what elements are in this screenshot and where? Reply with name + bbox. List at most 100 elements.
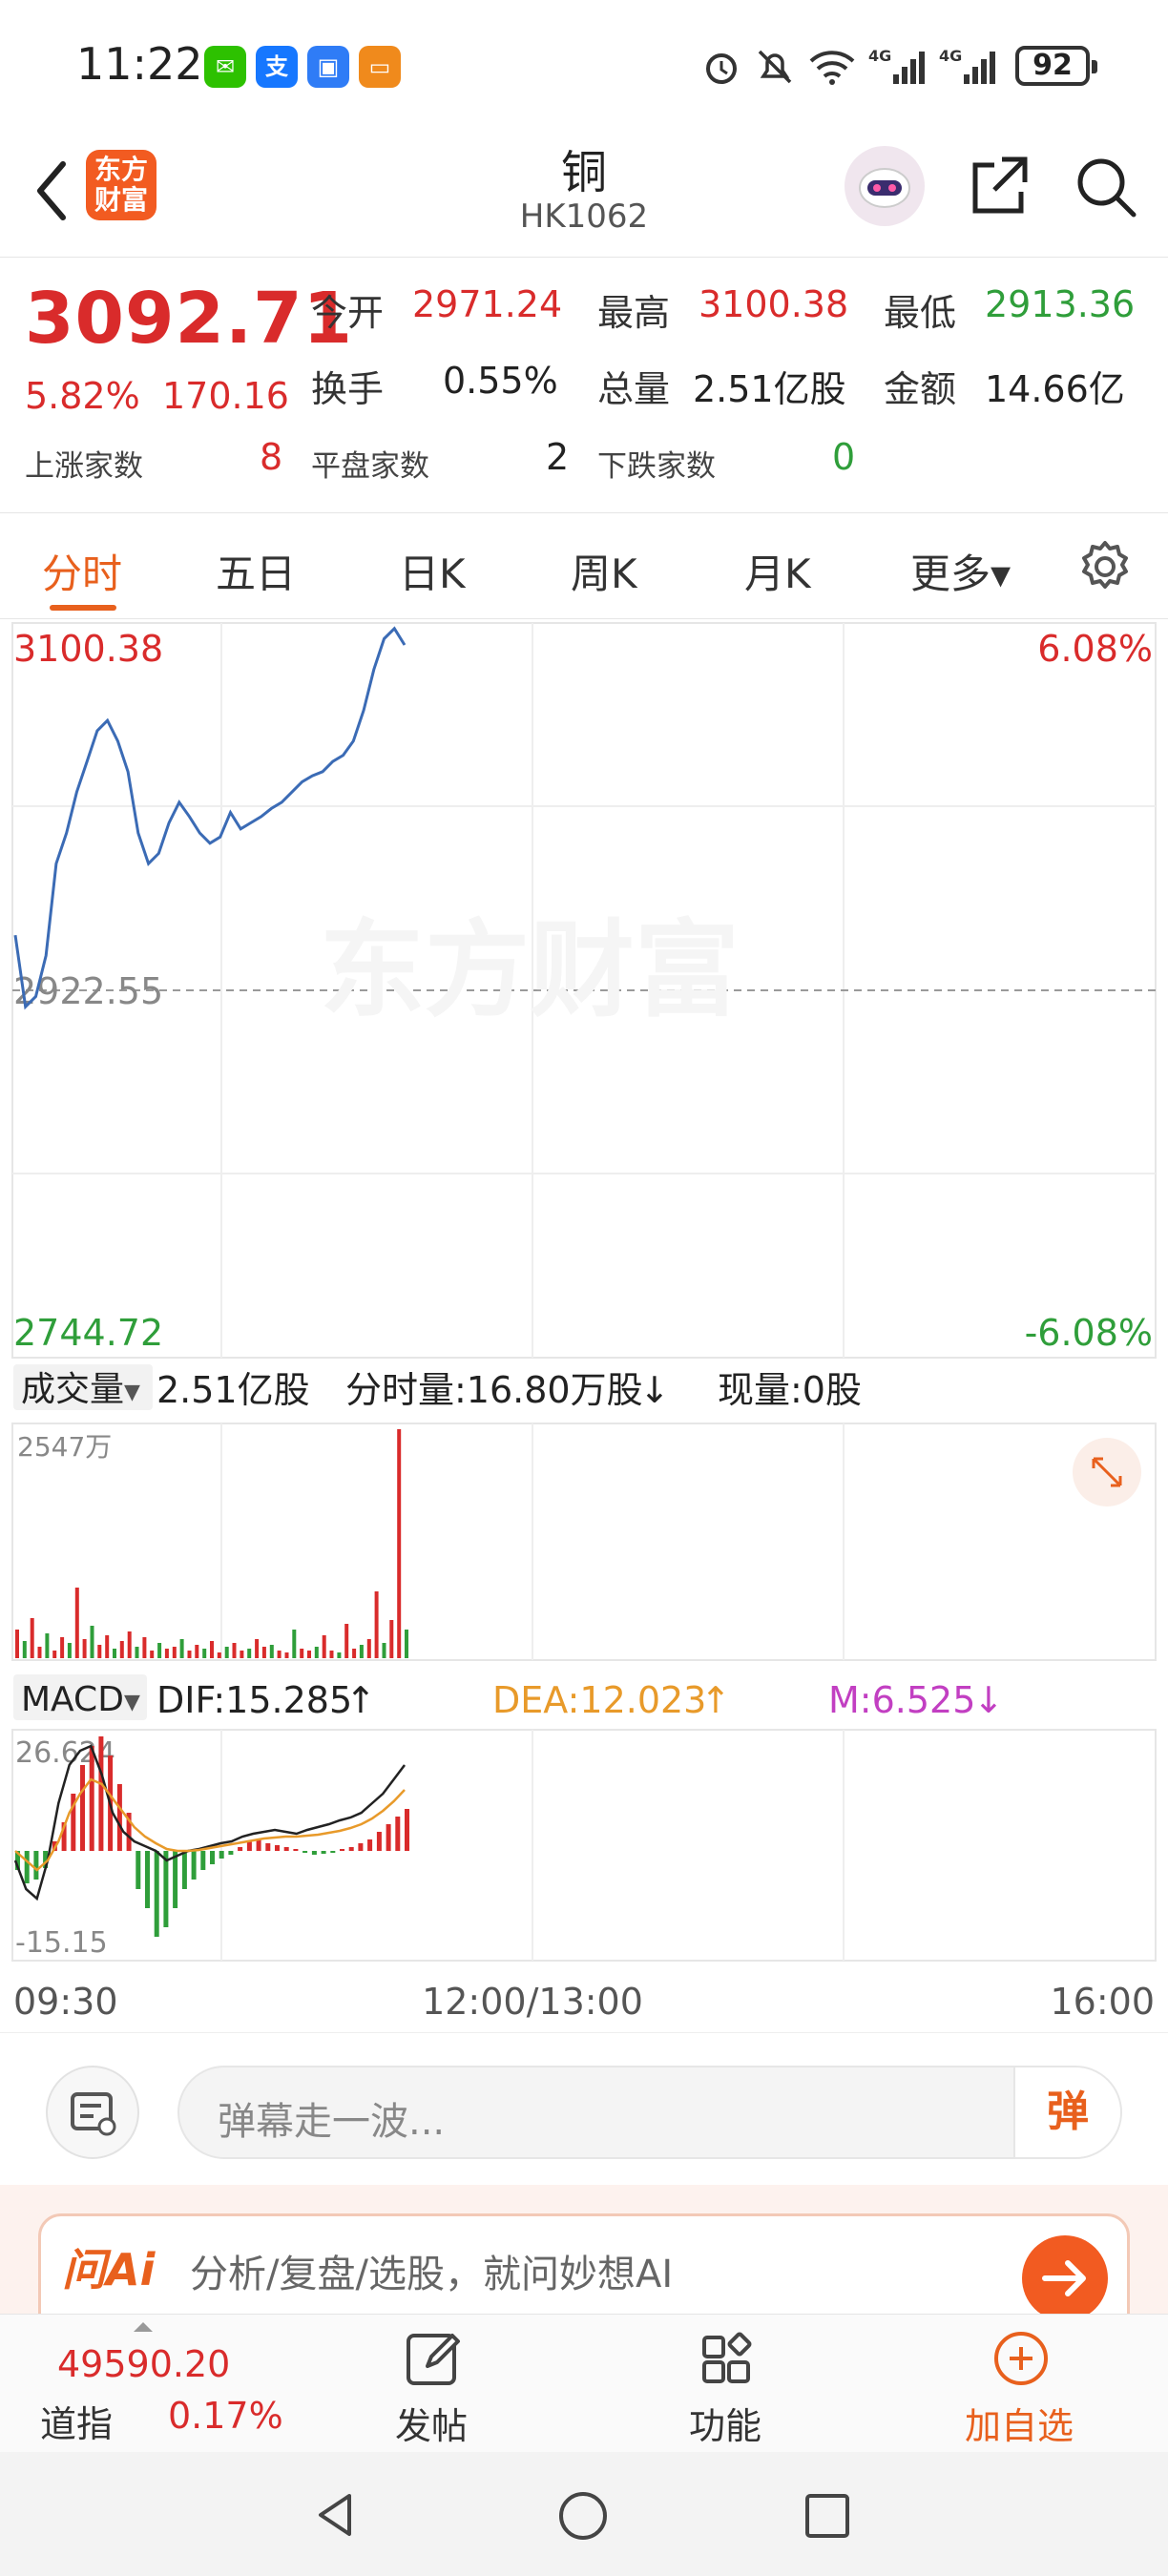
- signal-4g-icon: 4G: [868, 47, 925, 84]
- nav-add-watchlist[interactable]: 加自选: [924, 2315, 1115, 2453]
- volume-bar: [90, 1626, 94, 1658]
- up-count: 8: [260, 436, 283, 478]
- last-price: 3092.71: [25, 278, 354, 360]
- robot-assistant-icon[interactable]: [845, 146, 925, 226]
- price-axis-bottom: 2744.72: [13, 1312, 163, 1354]
- volume-label: 总量: [597, 368, 671, 410]
- ai-go-button[interactable]: [1022, 2235, 1108, 2321]
- volume-bars: [15, 1429, 408, 1658]
- high-label: 最高: [597, 292, 671, 334]
- macd-bar: [228, 1851, 234, 1855]
- share-icon[interactable]: [966, 152, 1032, 218]
- pct-axis-bottom: -6.08%: [1025, 1312, 1153, 1354]
- high-value: 3100.38: [699, 283, 849, 325]
- index-percent[interactable]: 0.17%: [168, 2395, 283, 2437]
- volume-panel: 2547万: [11, 1423, 1157, 1661]
- nav-home-icon[interactable]: [557, 2490, 609, 2542]
- macd-bar: [33, 1851, 39, 1880]
- volume-bar: [172, 1647, 177, 1658]
- volume-bar: [135, 1647, 139, 1658]
- nav-functions-label: 功能: [688, 2405, 761, 2447]
- volume-bar: [292, 1630, 297, 1658]
- gear-icon[interactable]: [1076, 538, 1134, 595]
- index-name[interactable]: 道指: [40, 2395, 113, 2447]
- tab-daily-k[interactable]: 日K: [399, 542, 466, 600]
- volume-bar: [202, 1649, 207, 1658]
- ai-prompt-text: 分析/复盘/选股，就问妙想AI: [190, 2253, 674, 2296]
- volume-bar: [15, 1630, 19, 1658]
- nav-add-watchlist-label: 加自选: [964, 2405, 1074, 2447]
- volume-total: 2.51亿股: [156, 1369, 310, 1411]
- volume-bar: [37, 1647, 42, 1658]
- tab-intraday[interactable]: 分时: [42, 542, 122, 600]
- volume-bar: [67, 1643, 72, 1658]
- macd-bar: [348, 1847, 354, 1851]
- macd-bar: [358, 1843, 364, 1851]
- volume-bar: [389, 1620, 394, 1658]
- barrage-send-button[interactable]: 弹: [1013, 2067, 1120, 2157]
- caret-up-icon: [134, 2322, 153, 2332]
- chevron-down-icon: ▼: [124, 1381, 140, 1404]
- tab-more[interactable]: 更多▾: [910, 542, 1011, 600]
- macd-bar: [340, 1849, 344, 1851]
- index-value[interactable]: 49590.20: [57, 2343, 230, 2385]
- nav-post-label: 发帖: [394, 2405, 468, 2447]
- tab-weekly-k[interactable]: 周K: [571, 542, 637, 600]
- macd-bar: [265, 1843, 271, 1851]
- volume-bar: [105, 1635, 110, 1658]
- volume-bar: [269, 1645, 274, 1658]
- bottom-nav: 49590.20 道指 0.17% 发帖 功能 加自选: [0, 2314, 1168, 2452]
- volume-selector-label[interactable]: 成交量: [21, 1370, 124, 1409]
- tab-five-day[interactable]: 五日: [216, 542, 296, 600]
- status-time: 11:22: [76, 38, 203, 90]
- nav-back-icon[interactable]: [311, 2490, 361, 2540]
- volume-bar: [247, 1649, 252, 1658]
- volume-max-label: 2547万: [17, 1431, 112, 1463]
- volume-bar: [217, 1652, 221, 1658]
- macd-bar: [367, 1839, 373, 1851]
- volume-bar: [255, 1639, 260, 1658]
- macd-bar: [238, 1847, 243, 1851]
- macd-selector-label[interactable]: MACD: [21, 1680, 124, 1719]
- m-value: M:6.525: [828, 1679, 975, 1721]
- volume-bar: [164, 1649, 169, 1658]
- macd-bar: [181, 1851, 187, 1889]
- amount-label: 金额: [884, 368, 957, 410]
- macd-bar: [386, 1824, 391, 1851]
- volume-bar: [74, 1588, 79, 1658]
- m-arrow: ↓: [973, 1679, 1004, 1721]
- nav-post[interactable]: 发帖: [336, 2315, 527, 2453]
- down-count: 0: [832, 436, 856, 478]
- dif-arrow: ↑: [345, 1679, 376, 1721]
- chart-svg[interactable]: 东方财富 3100.38 6.08% 2922.55 2744.72 -6.08…: [0, 620, 1168, 2027]
- macd-bar: [154, 1851, 159, 1937]
- volume-bar: [277, 1651, 282, 1658]
- volume-bar: [352, 1649, 357, 1658]
- flat-count: 2: [546, 436, 570, 478]
- chart-tabs: 分时 五日 日K 周K 月K 更多▾: [0, 512, 1168, 619]
- pct-axis-top: 6.08%: [1037, 628, 1153, 670]
- barrage-settings-icon: [71, 2092, 116, 2136]
- grid-icon: [702, 2332, 752, 2383]
- search-icon[interactable]: [1071, 152, 1139, 220]
- volume-bar: [45, 1633, 50, 1658]
- volume-bar: [359, 1645, 364, 1658]
- volume-bar: [82, 1639, 87, 1658]
- macd-bar: [321, 1851, 326, 1854]
- svg-text:4G: 4G: [939, 47, 962, 65]
- macd-bar: [89, 1746, 94, 1851]
- open-label: 今开: [311, 292, 385, 334]
- nav-recents-icon[interactable]: [803, 2492, 851, 2540]
- nav-functions[interactable]: 功能: [630, 2315, 821, 2453]
- quote-panel: 3092.71 5.82% 170.16 今开 2971.24 最高 3100.…: [0, 259, 1168, 511]
- turnover-value: 0.55%: [443, 360, 558, 402]
- macd-bar: [210, 1851, 215, 1864]
- barrage-input[interactable]: 弹幕走一波... 弹: [177, 2066, 1122, 2159]
- macd-bar: [246, 1841, 252, 1851]
- tab-monthly-k[interactable]: 月K: [744, 542, 811, 600]
- intraday-chart[interactable]: 东方财富 3100.38 6.08% 2922.55 2744.72 -6.08…: [0, 620, 1168, 2027]
- volume-header: 成交量 ▼ 2.51亿股 分时量:16.80万股 ↓ 现量:0股: [13, 1364, 862, 1411]
- macd-bar: [200, 1851, 206, 1870]
- volume-bar: [179, 1639, 184, 1658]
- barrage-toggle-button[interactable]: [46, 2066, 139, 2159]
